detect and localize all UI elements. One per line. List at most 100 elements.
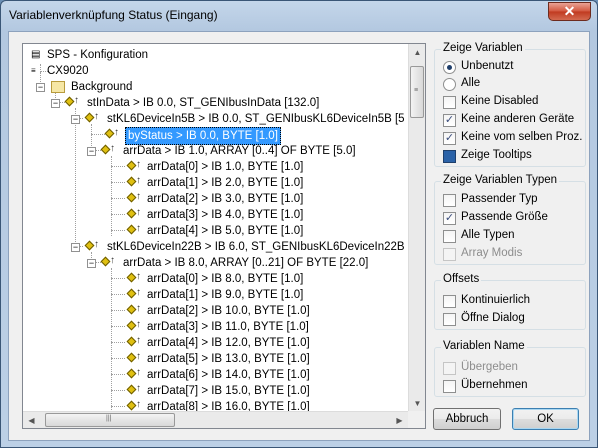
variable-icon: ↑ (126, 351, 141, 365)
tree-node-label: arrData > IB 8.0, ARRAY [0..21] OF BYTE … (123, 257, 369, 269)
tree-node-label: arrData[1] > IB 2.0, BYTE [1.0] (147, 177, 304, 189)
tree-node-label: arrData > IB 1.0, ARRAY [0..4] OF BYTE [… (123, 145, 356, 157)
close-button[interactable]: ✕ (548, 2, 591, 21)
variable-icon: ↑ (100, 143, 115, 157)
variable-icon: ↑ (126, 271, 141, 285)
checkbox[interactable] (443, 313, 456, 326)
sps-config-icon: ▤ (31, 49, 41, 60)
tree-node-label: arrData[7] > IB 15.0, BYTE [1.0] (147, 385, 310, 397)
scroll-up-icon[interactable]: ▲ (409, 44, 425, 61)
variable-icon: ↑ (126, 207, 141, 221)
checkbox[interactable] (443, 295, 456, 308)
tree-node-label: arrData[3] > IB 11.0, BYTE [1.0] (147, 321, 309, 333)
variable-icon: ↑ (126, 223, 141, 237)
checkbox[interactable] (443, 380, 456, 393)
window-title: Variablenverknüpfung Status (Eingang) (9, 8, 218, 22)
collapse-icon[interactable]: − (87, 147, 96, 156)
variable-icon: ↑ (126, 303, 141, 317)
vertical-scrollbar[interactable]: ▲ ≡ ▼ (408, 44, 425, 412)
variable-icon: ↑ (100, 255, 115, 269)
checkbox-label: Alle Typen (461, 229, 515, 241)
device-icon: ≡ (31, 66, 36, 75)
variable-icon: ↑ (84, 239, 99, 253)
group-offsets: Offsets Kontinuierlich Öffne Dialog (434, 273, 586, 330)
tree-node-label: stKL6DeviceIn22B > IB 6.0, ST_GENIbusKL6… (107, 241, 405, 253)
checkbox-label: Übergeben (461, 361, 518, 373)
group-title: Zeige Variablen (441, 42, 525, 54)
scroll-down-icon[interactable]: ▼ (409, 395, 425, 412)
client-area: ▤ SPS - Konfiguration ≡ CX9020 − Backgro… (8, 31, 590, 441)
checkbox[interactable] (443, 194, 456, 207)
collapse-icon[interactable]: − (51, 99, 60, 108)
tree-node-label: Background (71, 81, 133, 93)
radio-button[interactable] (443, 78, 456, 91)
collapse-icon[interactable]: − (71, 243, 80, 252)
variable-icon: ↑ (126, 191, 141, 205)
checkbox-label: Passender Typ (461, 193, 538, 205)
checkbox-label: Übernehmen (461, 379, 528, 391)
radio-button[interactable] (443, 61, 456, 74)
variable-tree[interactable]: ▤ SPS - Konfiguration ≡ CX9020 − Backgro… (22, 43, 426, 429)
checkbox-label: Kontinuierlich (461, 294, 531, 306)
tree-node-label: SPS - Konfiguration (47, 49, 149, 61)
tree-node-label: arrData[6] > IB 14.0, BYTE [1.0] (147, 369, 310, 381)
checkbox-label: Zeige Tooltips (461, 149, 532, 161)
collapse-icon[interactable]: − (36, 83, 45, 92)
group-variablen-name: Variablen Name Übergeben Übernehmen (434, 340, 586, 397)
radio-label: Unbenutzt (461, 60, 514, 72)
tree-node-label: arrData[3] > IB 4.0, BYTE [1.0] (147, 209, 304, 221)
horizontal-scroll-thumb[interactable]: ||| (45, 413, 175, 427)
checkbox-disabled (443, 362, 456, 375)
variable-icon: ↑ (126, 287, 141, 301)
tree-node-label: arrData[2] > IB 10.0, BYTE [1.0] (147, 305, 310, 317)
variable-icon: ↑ (64, 95, 79, 109)
checkbox-indeterminate[interactable] (443, 150, 456, 163)
scrollbar-corner (408, 411, 425, 428)
tree-node-label: arrData[1] > IB 9.0, BYTE [1.0] (147, 289, 304, 301)
variable-icon: ↑ (126, 319, 141, 333)
variable-icon: ↑ (126, 175, 141, 189)
check-icon[interactable]: ✓ (443, 212, 456, 225)
tree-node-label: arrData[4] > IB 12.0, BYTE [1.0] (147, 337, 310, 349)
variable-icon: ↑ (126, 335, 141, 349)
checkbox-label: Keine anderen Geräte (461, 113, 575, 125)
ok-button[interactable]: OK (512, 408, 579, 430)
checkbox-label: Passende Größe (461, 211, 548, 223)
checkbox-label: Keine Disabled (461, 95, 539, 107)
tree-node-label: stInData > IB 0.0, ST_GENIbusInData [132… (87, 97, 320, 109)
scroll-right-icon[interactable]: ▶ (391, 412, 408, 428)
vertical-scroll-thumb[interactable]: ≡ (410, 66, 424, 118)
check-icon[interactable]: ✓ (443, 114, 456, 127)
collapse-icon[interactable]: − (87, 259, 96, 268)
check-icon[interactable]: ✓ (443, 132, 456, 145)
dialog-window: Variablenverknüpfung Status (Eingang) ✕ (0, 0, 598, 448)
group-title: Zeige Variablen Typen (441, 174, 560, 186)
checkbox-label: Array Modis (461, 247, 523, 259)
variable-icon: ↑ (126, 367, 141, 381)
title-bar[interactable]: Variablenverknüpfung Status (Eingang) ✕ (1, 1, 597, 31)
horizontal-scrollbar[interactable]: ◀ ||| ▶ (23, 411, 408, 428)
group-zeige-variablen: Zeige Variablen Unbenutzt Alle Keine Dis… (434, 42, 586, 167)
close-icon: ✕ (563, 3, 576, 19)
variable-icon: ↑ (126, 159, 141, 173)
tree-node-label: arrData[2] > IB 3.0, BYTE [1.0] (147, 193, 304, 205)
group-title: Variablen Name (441, 340, 527, 352)
variable-icon: ↑ (126, 383, 141, 397)
group-zeige-variablen-typen: Zeige Variablen Typen Passender Typ ✓ Pa… (434, 174, 586, 265)
group-title: Offsets (441, 273, 482, 285)
checkbox-label: Öffne Dialog (461, 312, 525, 324)
checkbox[interactable] (443, 96, 456, 109)
collapse-icon[interactable]: − (71, 115, 80, 124)
checkbox-label: Keine vom selben Proz. (461, 131, 583, 143)
task-icon (51, 81, 65, 93)
scroll-left-icon[interactable]: ◀ (23, 412, 40, 428)
variable-icon: ↑ (84, 111, 99, 125)
tree-node-label: CX9020 (47, 65, 89, 77)
checkbox[interactable] (443, 230, 456, 243)
tree-node-label: arrData[5] > IB 13.0, BYTE [1.0] (147, 353, 310, 365)
tree-node-label: stKL6DeviceIn5B > IB 0.0, ST_GENIbusKL6D… (107, 113, 405, 125)
radio-label: Alle (461, 77, 481, 89)
abbruch-button[interactable]: Abbruch (433, 408, 501, 430)
tree-node-label: arrData[0] > IB 8.0, BYTE [1.0] (147, 273, 304, 285)
tree-node-label: arrData[4] > IB 5.0, BYTE [1.0] (147, 225, 304, 237)
